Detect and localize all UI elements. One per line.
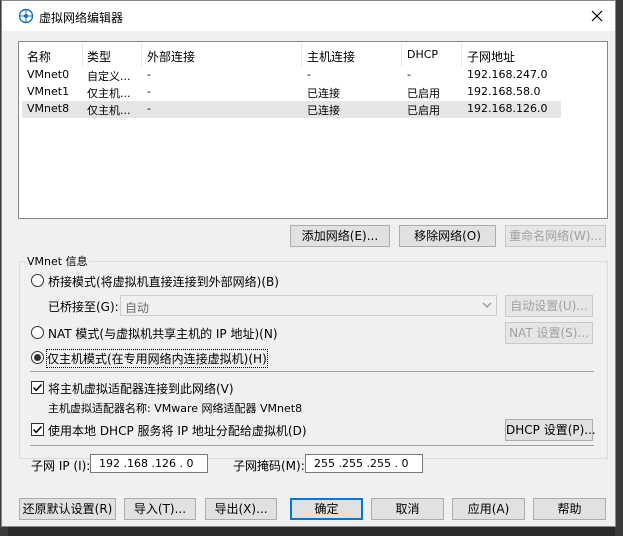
host-only-mode-label[interactable]: 仅主机模式(在专用网络内连接虚拟机)(H)	[46, 349, 268, 368]
close-icon	[591, 10, 603, 22]
bridged-to-label: 已桥接至(G):	[48, 300, 119, 314]
column-separator[interactable]	[82, 44, 83, 66]
cell-type: 仅主机...	[87, 104, 131, 117]
divider	[30, 371, 594, 372]
table-row[interactable]: VMnet0 自定义... - - - 192.168.247.0	[22, 67, 561, 84]
title-bar: 虚拟网络编辑器	[2, 1, 615, 31]
remove-network-button[interactable]: 移除网络(O)	[399, 225, 496, 247]
bridge-mode-label[interactable]: 桥接模式(将虚拟机直接连接到外部网络)(B)	[48, 273, 279, 290]
cell-name: VMnet0	[27, 68, 70, 81]
nat-mode-radio[interactable]	[31, 326, 44, 339]
bridged-to-select[interactable]: 自动	[120, 295, 497, 316]
column-separator[interactable]	[141, 44, 142, 66]
checkmark-icon	[32, 383, 43, 392]
dhcp-settings-button[interactable]: DHCP 设置(P)...	[505, 419, 596, 441]
table-row[interactable]: VMnet1 仅主机... - 已连接 已启用 192.168.58.0	[22, 84, 561, 101]
subnet-ip-input[interactable]: 192 .168 .126 . 0	[90, 454, 208, 473]
subnet-mask-label: 子网掩码(M):	[233, 459, 305, 473]
cell-name: VMnet1	[27, 85, 70, 98]
cell-host: -	[307, 68, 311, 81]
cell-external: -	[147, 68, 151, 81]
cell-type: 自定义...	[87, 70, 131, 83]
bridge-mode-radio[interactable]	[31, 274, 44, 287]
rename-network-button[interactable]: 重命名网络(W)...	[505, 225, 606, 247]
dhcp-label[interactable]: 使用本地 DHCP 服务将 IP 地址分配给虚拟机(D)	[48, 422, 307, 439]
column-header-name[interactable]: 名称	[27, 48, 51, 65]
add-network-button[interactable]: 添加网络(E)...	[290, 225, 390, 247]
export-button[interactable]: 导出(X)...	[205, 498, 277, 520]
host-only-mode-radio[interactable]	[31, 351, 44, 364]
nat-mode-label[interactable]: NAT 模式(与虚拟机共享主机的 IP 地址)(N)	[48, 325, 278, 342]
nat-settings-button[interactable]: NAT 设置(S)...	[505, 322, 593, 344]
column-header-host[interactable]: 主机连接	[307, 48, 355, 65]
cell-dhcp: -	[407, 68, 411, 81]
cell-host: 已连接	[307, 87, 340, 100]
vmnet-info-title: VMnet 信息	[26, 253, 89, 269]
column-separator[interactable]	[461, 44, 462, 66]
network-list[interactable]: 名称 类型 外部连接 主机连接 DHCP 子网地址 VMnet0 自定义... …	[18, 41, 608, 219]
apply-button[interactable]: 应用(A)	[452, 498, 525, 520]
bridged-to-value: 自动	[125, 301, 150, 315]
cell-type: 仅主机...	[87, 87, 131, 100]
cell-subnet: 192.168.58.0	[467, 85, 541, 98]
column-separator[interactable]	[301, 44, 302, 66]
auto-settings-button[interactable]: 自动设置(U)...	[505, 295, 593, 317]
close-button[interactable]	[585, 5, 609, 27]
virtual-network-editor-dialog: 虚拟网络编辑器 名称 类型 外部连接 主机连接 DHCP 子网地址 VMnet0…	[1, 0, 616, 527]
adapter-name-text: 主机虚拟适配器名称: VMware 网络适配器 VMnet8	[48, 402, 303, 415]
cell-subnet: 192.168.247.0	[467, 68, 548, 81]
column-header-external[interactable]: 外部连接	[147, 48, 195, 65]
cell-external: -	[147, 102, 151, 115]
subnet-mask-input[interactable]: 255 .255 .255 . 0	[305, 454, 423, 473]
window-title: 虚拟网络编辑器	[39, 11, 124, 25]
chevron-down-icon	[482, 302, 492, 308]
cell-dhcp: 已启用	[407, 104, 440, 117]
import-button[interactable]: 导入(T)...	[124, 498, 196, 520]
cell-host: 已连接	[307, 104, 340, 117]
dhcp-checkbox[interactable]	[31, 423, 44, 436]
column-header-subnet[interactable]: 子网地址	[467, 48, 515, 65]
restore-defaults-button[interactable]: 还原默认设置(R)	[19, 498, 116, 520]
cancel-button[interactable]: 取消	[371, 498, 444, 520]
help-button[interactable]: 帮助	[533, 498, 606, 520]
background-window-edge	[615, 0, 623, 536]
table-row[interactable]: VMnet8 仅主机... - 已连接 已启用 192.168.126.0	[22, 101, 561, 118]
cell-name: VMnet8	[27, 102, 70, 115]
divider	[30, 445, 594, 446]
column-separator[interactable]	[401, 44, 402, 66]
checkmark-icon	[32, 425, 43, 434]
column-header-type[interactable]: 类型	[87, 48, 111, 65]
connect-adapter-checkbox[interactable]	[31, 381, 44, 394]
ok-button[interactable]: 确定	[290, 498, 363, 520]
vmware-network-icon	[18, 8, 34, 24]
cell-dhcp: 已启用	[407, 87, 440, 100]
column-header-dhcp[interactable]: DHCP	[407, 48, 438, 61]
connect-adapter-label[interactable]: 将主机虚拟适配器连接到此网络(V)	[48, 380, 234, 397]
radio-selected-dot	[34, 354, 41, 361]
cell-external: -	[147, 85, 151, 98]
subnet-ip-label: 子网 IP (I):	[31, 459, 91, 473]
cell-subnet: 192.168.126.0	[467, 102, 548, 115]
